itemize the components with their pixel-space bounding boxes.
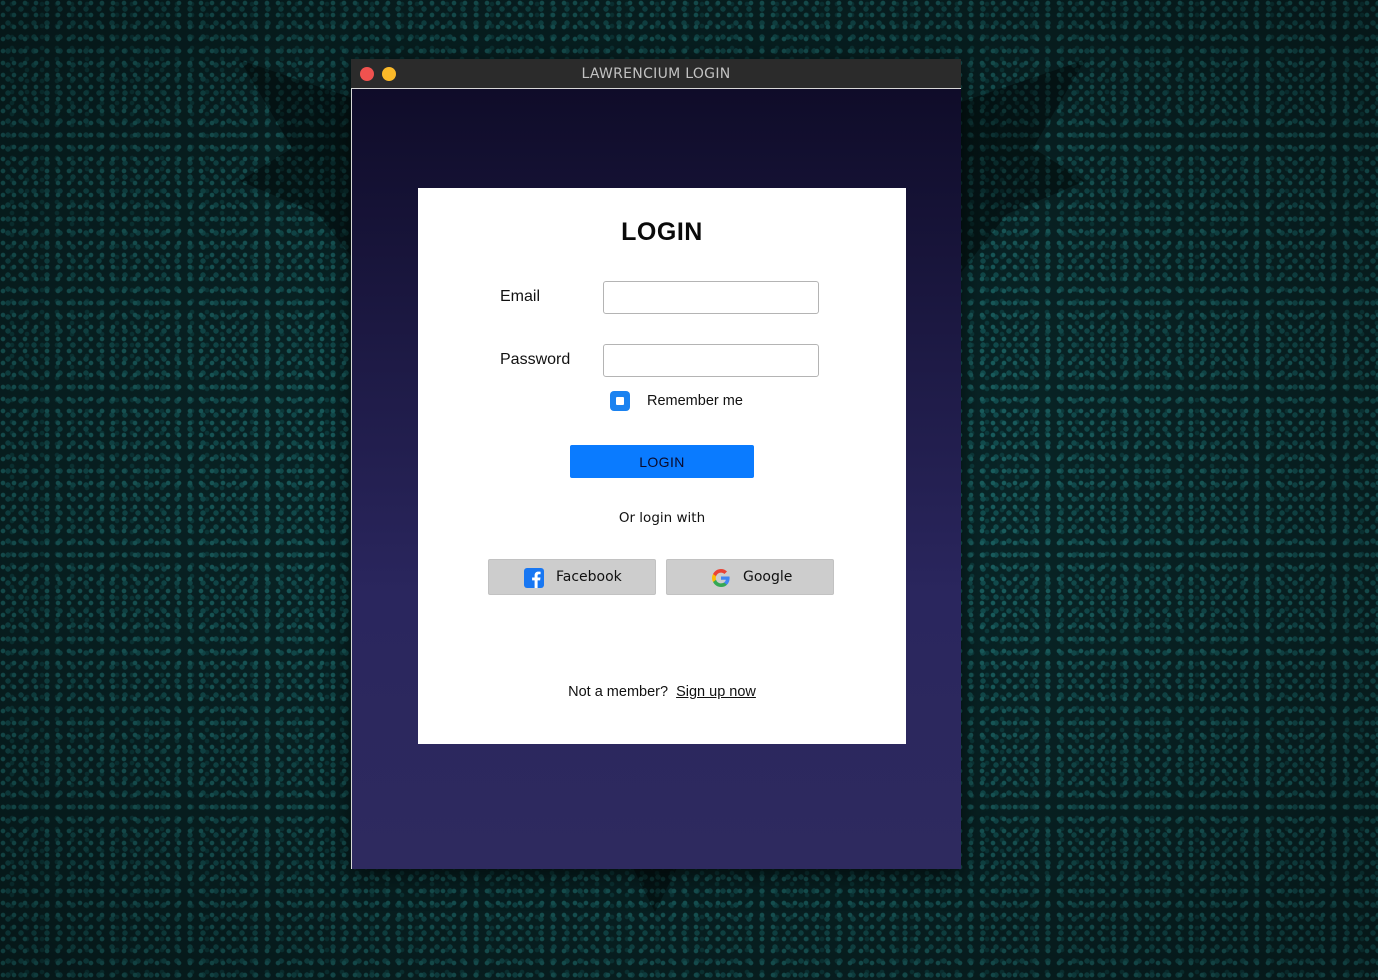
- checkbox-check-mark: [616, 397, 624, 405]
- facebook-button-label: Facebook: [556, 569, 622, 585]
- signup-prompt: Not a member?: [568, 684, 669, 700]
- remember-me-checkbox[interactable]: [610, 391, 630, 411]
- email-field[interactable]: [603, 281, 819, 314]
- login-window: LAWRENCIUM LOGIN LOGIN Email Password Re…: [351, 59, 961, 869]
- or-login-with-text: Or login with: [618, 510, 706, 526]
- signup-row: Not a member? Sign up now: [418, 684, 906, 700]
- window-titlebar[interactable]: LAWRENCIUM LOGIN: [351, 59, 961, 89]
- facebook-login-button[interactable]: Facebook: [488, 559, 656, 595]
- login-button[interactable]: LOGIN: [570, 445, 754, 478]
- google-button-label: Google: [743, 569, 793, 585]
- wallpaper-wing-bottom: [630, 862, 680, 912]
- signup-link[interactable]: Sign up now: [676, 684, 756, 700]
- email-label: Email: [500, 288, 541, 305]
- google-login-button[interactable]: Google: [666, 559, 834, 595]
- wallpaper-wing-right: [955, 60, 1085, 280]
- facebook-icon: [524, 568, 544, 588]
- login-card: LOGIN Email Password Remember me LOGIN O…: [418, 188, 906, 744]
- remember-me-label[interactable]: Remember me: [647, 393, 743, 409]
- password-field[interactable]: [603, 344, 819, 377]
- window-title: LAWRENCIUM LOGIN: [581, 66, 731, 82]
- google-icon: [711, 568, 731, 588]
- window-body: LOGIN Email Password Remember me LOGIN O…: [351, 89, 961, 869]
- login-heading: LOGIN: [621, 218, 703, 246]
- password-label: Password: [500, 351, 571, 368]
